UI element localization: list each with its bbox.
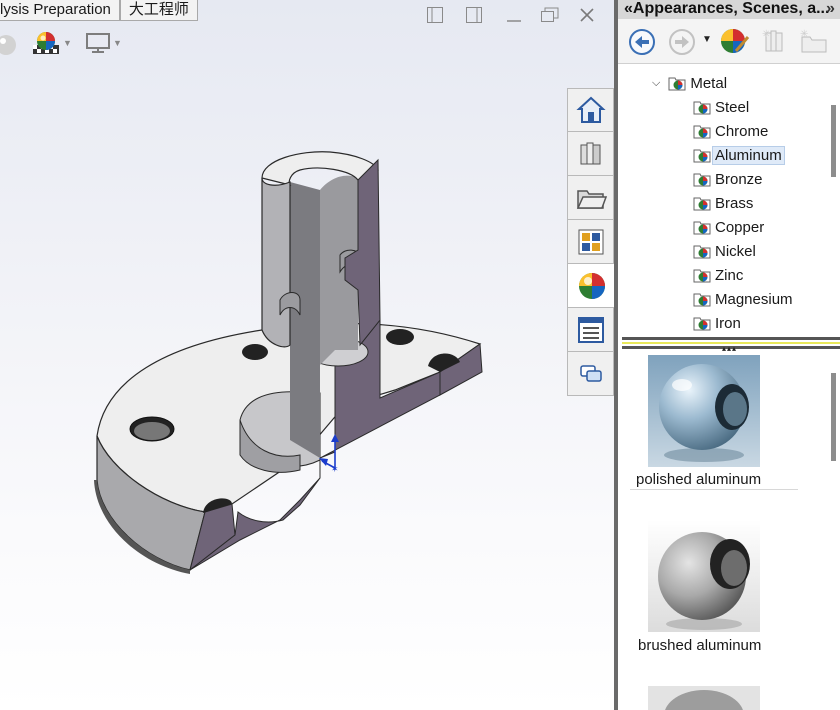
edit-appearance-icon[interactable] xyxy=(718,25,752,57)
appearance-folder-icon xyxy=(693,269,711,283)
tree-item-steel[interactable]: Steel xyxy=(692,96,752,118)
forum-icon xyxy=(579,364,602,382)
tree-item-label: Iron xyxy=(715,314,741,332)
tree-node-metal[interactable]: ⌵ Metal xyxy=(652,72,730,94)
custom-properties-icon xyxy=(577,316,604,343)
graphics-area[interactable]: lysis Preparation 大工程师 ▼ ▼ ✶ xyxy=(0,0,616,710)
view-palette-icon xyxy=(578,229,603,254)
tree-item-label: Steel xyxy=(715,98,750,116)
tab-design-library[interactable] xyxy=(567,132,614,176)
appearance-folder-icon xyxy=(693,173,711,187)
sphere-image xyxy=(648,686,760,710)
brushed-aluminum-sphere-image xyxy=(648,520,760,632)
folder-icon xyxy=(576,189,607,209)
svg-text:✶: ✶ xyxy=(331,465,339,475)
appearance-folder-icon xyxy=(693,293,711,307)
tab-view-palette[interactable] xyxy=(567,220,614,264)
thumbnail-scrollbar[interactable] xyxy=(831,373,836,461)
tree-item-aluminum[interactable]: Aluminum xyxy=(692,144,785,166)
tab-appearances-scenes[interactable] xyxy=(567,264,616,308)
tree-item-label: Bronze xyxy=(715,170,763,188)
section-view-model[interactable]: ✶ xyxy=(0,0,616,710)
tree-node-label: Metal xyxy=(690,74,728,92)
back-icon[interactable] xyxy=(628,28,656,56)
tab-custom-properties[interactable] xyxy=(567,308,614,352)
appearance-folder-icon xyxy=(693,125,711,139)
tree-item-label: Zinc xyxy=(715,266,744,284)
expand-panel-icon[interactable]: » xyxy=(826,0,839,18)
appearance-folder-icon xyxy=(693,101,711,115)
home-icon xyxy=(575,96,606,123)
tree-item-bronze[interactable]: Bronze xyxy=(692,168,766,190)
thumbnail-polished-aluminum[interactable] xyxy=(648,355,760,467)
svg-text:✳: ✳ xyxy=(762,29,770,40)
grip-icon: ▴▴▴ xyxy=(722,344,738,353)
tree-scrollbar[interactable] xyxy=(831,105,836,177)
appearance-folder-icon xyxy=(693,197,711,211)
history-dropdown-icon[interactable]: ▼ xyxy=(702,34,712,45)
tree-item-zinc[interactable]: Zinc xyxy=(692,264,746,286)
tree-item-label: Brass xyxy=(715,194,754,212)
tree-item-nickel[interactable]: Nickel xyxy=(692,240,759,262)
tree-item-iron[interactable]: Iron xyxy=(692,312,744,334)
tree-item-chrome[interactable]: Chrome xyxy=(692,120,771,142)
tab-file-explorer[interactable] xyxy=(567,176,614,220)
tree-item-label: Aluminum xyxy=(712,145,785,165)
tree-item-label: Copper xyxy=(715,218,765,236)
appearances-icon xyxy=(579,272,605,299)
forward-icon[interactable] xyxy=(668,28,696,56)
thumbnail-next[interactable] xyxy=(648,686,760,710)
thumbnail-label: brushed aluminum xyxy=(638,637,762,654)
svg-text:✳: ✳ xyxy=(800,29,808,40)
add-library-icon[interactable]: ✳ xyxy=(760,27,790,55)
panel-splitter[interactable]: ▴▴▴ xyxy=(622,333,840,353)
tree-item-magnesium[interactable]: Magnesium xyxy=(692,288,796,310)
parts-library-icon xyxy=(580,142,600,164)
chevron-down-icon[interactable]: ⌵ xyxy=(652,77,660,90)
thumbnail-label: polished aluminum xyxy=(636,471,762,488)
task-pane-tabs xyxy=(567,88,616,396)
appearance-folder-icon xyxy=(693,245,711,259)
appearance-folder-icon xyxy=(668,77,686,91)
add-folder-icon[interactable]: ✳ xyxy=(798,27,830,55)
tab-forum[interactable] xyxy=(567,352,614,396)
polished-aluminum-sphere-image xyxy=(648,355,760,467)
appearance-folder-icon xyxy=(693,221,711,235)
panel-title: «Appearances, Scenes, a... xyxy=(618,0,840,19)
tree-item-label: Magnesium xyxy=(715,290,793,308)
appearance-folder-icon xyxy=(693,149,711,163)
tree-item-brass[interactable]: Brass xyxy=(692,192,756,214)
material-tree: ⌵ Metal Steel Chrome Aluminum Bronze Bra… xyxy=(618,64,840,332)
tree-item-label: Nickel xyxy=(715,242,756,260)
tab-solidworks-resources[interactable] xyxy=(567,88,614,132)
tree-item-copper[interactable]: Copper xyxy=(692,216,767,238)
panel-title-text: «Appearances, Scenes, a... xyxy=(624,0,830,17)
appearance-folder-icon xyxy=(693,317,711,331)
panel-toolbar: ▼ ✳ ✳ xyxy=(618,19,840,64)
thumbnail-brushed-aluminum[interactable] xyxy=(648,520,760,632)
tree-item-label: Chrome xyxy=(715,122,769,140)
appearance-thumbnails: polished aluminum brushed aluminum xyxy=(622,353,840,710)
